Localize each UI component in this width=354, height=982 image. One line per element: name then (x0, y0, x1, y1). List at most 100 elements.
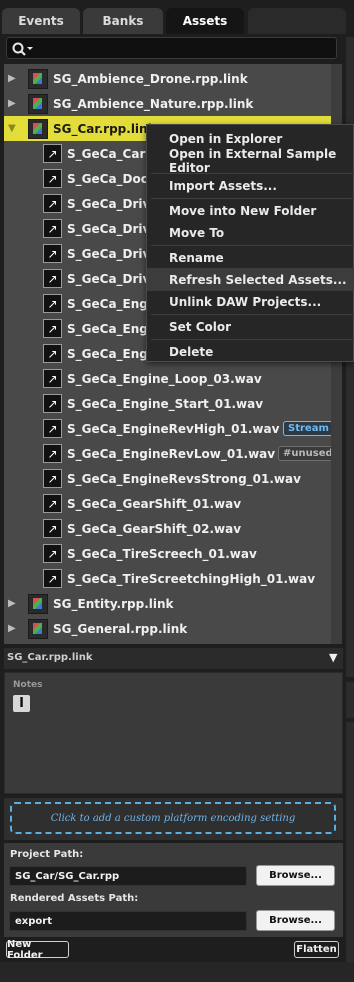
reaper-project-icon (28, 618, 48, 639)
link-arrow-icon: ↗ (43, 269, 62, 288)
link-arrow-icon: ↗ (43, 294, 62, 313)
link-arrow-icon: ↗ (43, 394, 62, 413)
unused-badge: #unused (278, 446, 331, 461)
browse-label: Browse... (269, 915, 322, 926)
menu-item-label: Refresh Selected Assets... (169, 272, 347, 287)
add-platform-encoding-label: Click to add a custom platform encoding … (50, 812, 296, 824)
collapse-arrow-icon[interactable]: ▼ (8, 123, 16, 134)
browse-project-button[interactable]: Browse... (256, 865, 335, 886)
rendered-path-label: Rendered Assets Path: (10, 893, 139, 904)
browse-rendered-button[interactable]: Browse... (256, 910, 335, 931)
link-arrow-icon: ↗ (43, 219, 62, 238)
menu-item-unlink-daw-projects[interactable]: Unlink DAW Projects... (147, 290, 354, 313)
expand-arrow-icon[interactable]: ▶ (8, 598, 16, 609)
tab-assets-label: Assets (182, 14, 228, 28)
menu-item-move-to[interactable]: Move To (147, 221, 354, 244)
paths-section: Project Path: SG_Car/SG_Car.rpp Browse..… (4, 843, 343, 937)
tree-row-asset[interactable]: ↗ S_GeCa_EngineRevLow_01.wav #unused (4, 441, 331, 466)
link-arrow-icon: ↗ (43, 494, 62, 513)
tree-row-asset[interactable]: ↗ S_GeCa_Engine_Start_01.wav (4, 391, 331, 416)
menu-item-delete[interactable]: Delete (147, 340, 354, 363)
tree-row-label: SG_Ambience_Drone.rpp.link (53, 71, 248, 86)
tree-row-asset[interactable]: ↗ S_GeCa_GearShift_02.wav (4, 516, 331, 541)
stream-badge: Stream (283, 421, 331, 436)
tree-row-label: S_GeCa_TireScreetchingHigh_01.wav (67, 571, 316, 586)
expand-arrow-icon[interactable]: ▶ (8, 98, 16, 109)
notes-panel[interactable]: Notes I (4, 672, 343, 794)
tree-row-label: S_GeCa_EngineRevHigh_01.wav (67, 421, 280, 436)
search-icon[interactable] (11, 41, 35, 57)
tab-events-label: Events (18, 14, 64, 28)
reaper-project-icon (28, 593, 48, 614)
tree-row-label: SG_General.rpp.link (53, 621, 188, 636)
menu-item-rename[interactable]: Rename (147, 246, 354, 269)
menu-item-label: Move To (169, 225, 225, 240)
tab-events[interactable]: Events (2, 8, 80, 34)
tree-row-label: SG_Ambience_Nature.rpp.link (53, 96, 254, 111)
tree-row-asset[interactable]: ↗ S_GeCa_GearShift_01.wav (4, 491, 331, 516)
tree-row-label: S_GeCa_Engine_Start_01.wav (67, 396, 264, 411)
menu-item-set-color[interactable]: Set Color (147, 315, 354, 338)
menu-item-label: Delete (169, 344, 214, 359)
add-platform-encoding-button[interactable]: Click to add a custom platform encoding … (10, 802, 336, 834)
flatten-button[interactable]: Flatten (294, 941, 339, 958)
project-path-field[interactable]: SG_Car/SG_Car.rpp (9, 866, 247, 886)
expand-arrow-icon[interactable]: ▶ (8, 623, 16, 634)
link-arrow-icon: ↗ (43, 444, 62, 463)
browse-label: Browse... (269, 870, 322, 881)
menu-item-refresh-selected-assets[interactable]: Refresh Selected Assets... (147, 268, 354, 291)
tree-row-asset[interactable]: ↗ S_GeCa_EngineRevsStrong_01.wav (4, 466, 331, 491)
tree-row-label: S_GeCa_GearShift_01.wav (67, 496, 242, 511)
reaper-project-icon (28, 118, 48, 139)
tree-row-asset[interactable]: ↗ S_GeCa_TireScreech_01.wav (4, 541, 331, 566)
selection-header: SG_Car.rpp.link ▼ (4, 648, 343, 669)
link-arrow-icon: ↗ (43, 244, 62, 263)
tab-assets[interactable]: Assets (166, 8, 244, 34)
link-arrow-icon: ↗ (43, 369, 62, 388)
tree-row-project[interactable]: ▶ SG_Ambience_Drone.rpp.link (4, 66, 331, 91)
menu-item-open-in-sample-editor[interactable]: Open in External Sample Editor (147, 146, 354, 175)
link-arrow-icon: ↗ (43, 569, 62, 588)
menu-item-label: Set Color (169, 319, 232, 334)
reaper-project-icon (28, 93, 48, 114)
link-arrow-icon: ↗ (43, 194, 62, 213)
menu-item-move-into-new-folder[interactable]: Move into New Folder (147, 199, 354, 222)
link-arrow-icon: ↗ (43, 519, 62, 538)
link-arrow-icon: ↗ (43, 469, 62, 488)
tree-row-label: S_GeCa_TireScreech_01.wav (67, 546, 257, 561)
search-input[interactable] (6, 37, 337, 59)
context-menu[interactable]: Open in Explorer Open in External Sample… (146, 124, 354, 362)
link-arrow-icon: ↗ (43, 169, 62, 188)
right-panel-edge (346, 722, 354, 977)
new-folder-button[interactable]: New Folder (6, 938, 69, 961)
reaper-project-icon (28, 68, 48, 89)
selected-item-title: SG_Car.rpp.link (7, 652, 93, 663)
menu-item-label: Open in Explorer (169, 131, 283, 146)
notes-label: Notes (13, 680, 43, 690)
link-arrow-icon: ↗ (43, 544, 62, 563)
tree-row-label: S_GeCa_GearShift_02.wav (67, 521, 242, 536)
menu-item-import-assets[interactable]: Import Assets... (147, 174, 354, 197)
link-arrow-icon: ↗ (43, 419, 62, 438)
tab-strip-fill (248, 8, 346, 34)
tree-row-asset[interactable]: ↗ S_GeCa_TireScreetchingHigh_01.wav (4, 566, 331, 591)
menu-item-label: Rename (169, 250, 224, 265)
link-arrow-icon: ↗ (43, 344, 62, 363)
rendered-path-value: export (15, 915, 52, 927)
link-arrow-icon: ↗ (43, 319, 62, 338)
tree-row-project[interactable]: ▶ SG_Entity.rpp.link (4, 591, 331, 616)
triangle-down-icon[interactable]: ▼ (329, 651, 337, 664)
rendered-path-field[interactable]: export (9, 911, 247, 931)
tree-row-label: SG_Car.rpp.link (53, 121, 156, 136)
text-cursor-icon: I (13, 695, 30, 712)
tree-row-project[interactable]: ▶ SG_Ambience_Nature.rpp.link (4, 91, 331, 116)
tree-row-project[interactable]: ▶ SG_General.rpp.link (4, 616, 331, 641)
tree-row-asset[interactable]: ↗ S_GeCa_Engine_Loop_03.wav (4, 366, 331, 391)
link-arrow-icon: ↗ (43, 144, 62, 163)
expand-arrow-icon[interactable]: ▶ (8, 73, 16, 84)
tab-banks[interactable]: Banks (83, 8, 163, 34)
new-folder-label: New Folder (7, 938, 43, 961)
project-path-label: Project Path: (10, 849, 84, 860)
menu-item-label: Open in External Sample Editor (169, 146, 337, 175)
tree-row-asset[interactable]: ↗ S_GeCa_EngineRevHigh_01.wav Stream (4, 416, 331, 441)
